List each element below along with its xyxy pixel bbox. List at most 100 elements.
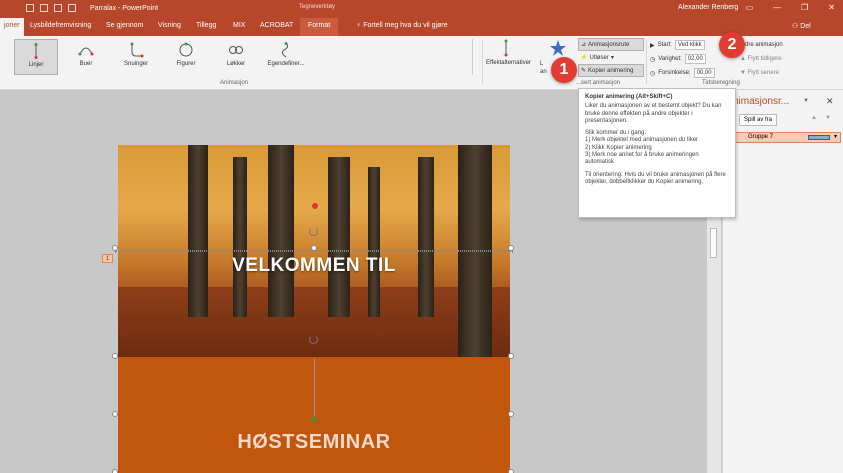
powerpoint-window: Parralax - PowerPoint Tegneverktøy Alexa… [0,0,843,473]
animation-order-tag[interactable]: 1 [102,254,113,263]
animation-painter-label: Kopier animering [588,67,634,74]
trigger-button[interactable]: ⚡ Utløser ▾ [578,51,644,64]
resize-handle[interactable] [112,411,118,417]
animation-pane-button[interactable]: ⊿ Animasjonsrute [578,38,644,51]
scrollbar-thumb[interactable] [710,228,717,258]
tab-mix[interactable]: MIX [233,22,245,29]
tree-trunk [188,145,208,317]
resize-handle[interactable] [311,245,317,251]
group-label-advanced: ...sert animasjon [576,80,621,86]
move-up-icon[interactable]: ▲ [809,115,819,125]
tooltip-note: Til orientering: Hvis du vil bruke anima… [585,171,726,185]
animation-custom[interactable]: Egendefiner... [264,39,308,75]
resize-handle[interactable] [508,411,514,417]
clock-icon: ◷ [650,56,656,63]
pane-options-icon[interactable]: ▼ [803,98,809,104]
tooltip-step: 1) Merk objektet med animasjonen du like… [585,137,699,144]
add-animation-label: L [540,61,544,67]
resize-handle[interactable] [112,245,118,251]
add-animation-button[interactable]: L an [540,39,576,75]
animation-arcs[interactable]: Buer [64,39,108,75]
minimize-button[interactable]: — [773,3,781,12]
animation-label: Snuinger [123,61,149,67]
start-select[interactable]: Ved klikk [674,40,705,50]
restore-button[interactable]: ❐ [801,3,808,12]
animation-shapes[interactable]: Figurer [164,39,208,75]
tree-trunk [418,157,434,317]
pane-icon: ⊿ [581,42,587,48]
motion-path-end-icon[interactable] [312,203,318,209]
add-animation-label-2: an [540,69,547,75]
tab-format[interactable]: Format [300,18,339,36]
slide[interactable]: VELKOMMEN TIL HØSTSEMINAR [112,145,514,473]
ribbon-display-options-button[interactable]: ▭ [746,3,754,12]
resize-handle[interactable] [508,353,514,359]
arrow-down-icon: ▼ [740,70,748,76]
move-down-icon[interactable]: ▼ [823,115,833,125]
close-icon[interactable]: ✕ [826,96,834,107]
tooltip-title: Kopier animering (Alt+Skift+C) [585,94,673,100]
play-icon: ▶ [650,42,655,49]
tab-view[interactable]: Visning [158,22,181,29]
animation-label: Egendefiner... [267,61,305,67]
tooltip-steps-heading: Slik kommer du i gang: [585,130,647,137]
start-slideshow-icon[interactable] [68,4,76,12]
animation-label: Buer [79,61,93,67]
ribbon: Linjer Buer Snuinger Figurer Løkker Egen… [0,36,843,90]
effect-options-icon [504,39,508,57]
chevron-down-icon[interactable]: ▾ [834,133,837,142]
delay-input[interactable]: 00,00 [693,68,715,78]
undo-icon[interactable] [40,4,48,12]
reorder-group: ...dre animasjon ▲ Flytt tidligere ▼ Fly… [740,38,840,80]
move-earlier-button[interactable]: ▲ Flytt tidligere [740,52,840,66]
arrow-up-icon: ▲ [740,56,748,62]
tab-addins[interactable]: Tillegg [196,22,216,29]
arcs-path-icon [78,47,94,56]
animation-painter-button[interactable]: ✎ Kopier animering [578,64,644,77]
lines-path-icon [34,43,38,59]
tab-review[interactable]: Se gjennom [106,22,143,29]
animation-pane-label: Animasjonsrute [588,41,630,48]
rotate-handle-icon[interactable] [309,335,318,344]
user-name[interactable]: Alexander Renberg [678,4,738,11]
tree-trunk [368,167,380,317]
animation-painter-tooltip: Kopier animering (Alt+Skift+C) Liker du … [578,88,736,218]
tab-acrobat[interactable]: ACROBAT [260,22,293,29]
move-later-button[interactable]: ▼ Flytt senere [740,66,840,80]
resize-handle[interactable] [112,469,118,473]
tab-animations[interactable]: joner [0,18,24,36]
group-separator [482,40,483,84]
animation-item-label: Gruppe 7 [748,134,774,140]
resize-handle[interactable] [112,353,118,359]
loops-path-icon [229,46,243,54]
animation-label: Linjer [28,62,44,68]
tell-me-box[interactable]: ♀ Fortell meg hva du vil gjøre [356,22,448,29]
tooltip-step: 2) Klikk Kopier animering [585,144,652,151]
close-button[interactable]: ✕ [828,3,835,12]
resize-handle[interactable] [508,469,514,473]
resize-handle[interactable] [508,245,514,251]
group-separator [646,40,647,84]
animation-list-item[interactable]: Gruppe 7 ▾ [733,132,841,143]
tab-slideshow[interactable]: Lysbildefremvisning [30,22,91,29]
animation-lines[interactable]: Linjer [14,39,58,75]
animation-pane: nimasjonsr... ▼ ✕ Spill av fra ▲ ▼ Grupp… [722,90,843,473]
share-button[interactable]: ⚇ Del [792,22,811,30]
animation-pane-title: nimasjonsr... [733,96,790,107]
effect-options-button[interactable]: Effektalternativer [486,39,531,66]
tree-trunk [268,145,294,317]
play-from-button[interactable]: Spill av fra [739,114,778,126]
gallery-scroll[interactable] [472,39,480,75]
animation-turns[interactable]: Snuinger [114,39,158,75]
lightning-icon: ⚡ [580,55,588,61]
tell-me-text: Fortell meg hva du vil gjøre [363,22,448,29]
animation-loops[interactable]: Løkker [214,39,258,75]
animation-gallery: Linjer Buer Snuinger Figurer Løkker Egen… [8,39,472,75]
shapes-path-icon [179,42,193,57]
save-icon[interactable] [26,4,34,12]
redo-icon[interactable] [54,4,62,12]
duration-input[interactable]: 02,00 [684,54,706,64]
slide-subtitle[interactable]: HØSTSEMINAR [118,431,510,454]
rotate-handle-icon[interactable] [309,227,318,236]
slide-title[interactable]: VELKOMMEN TIL [118,255,510,277]
